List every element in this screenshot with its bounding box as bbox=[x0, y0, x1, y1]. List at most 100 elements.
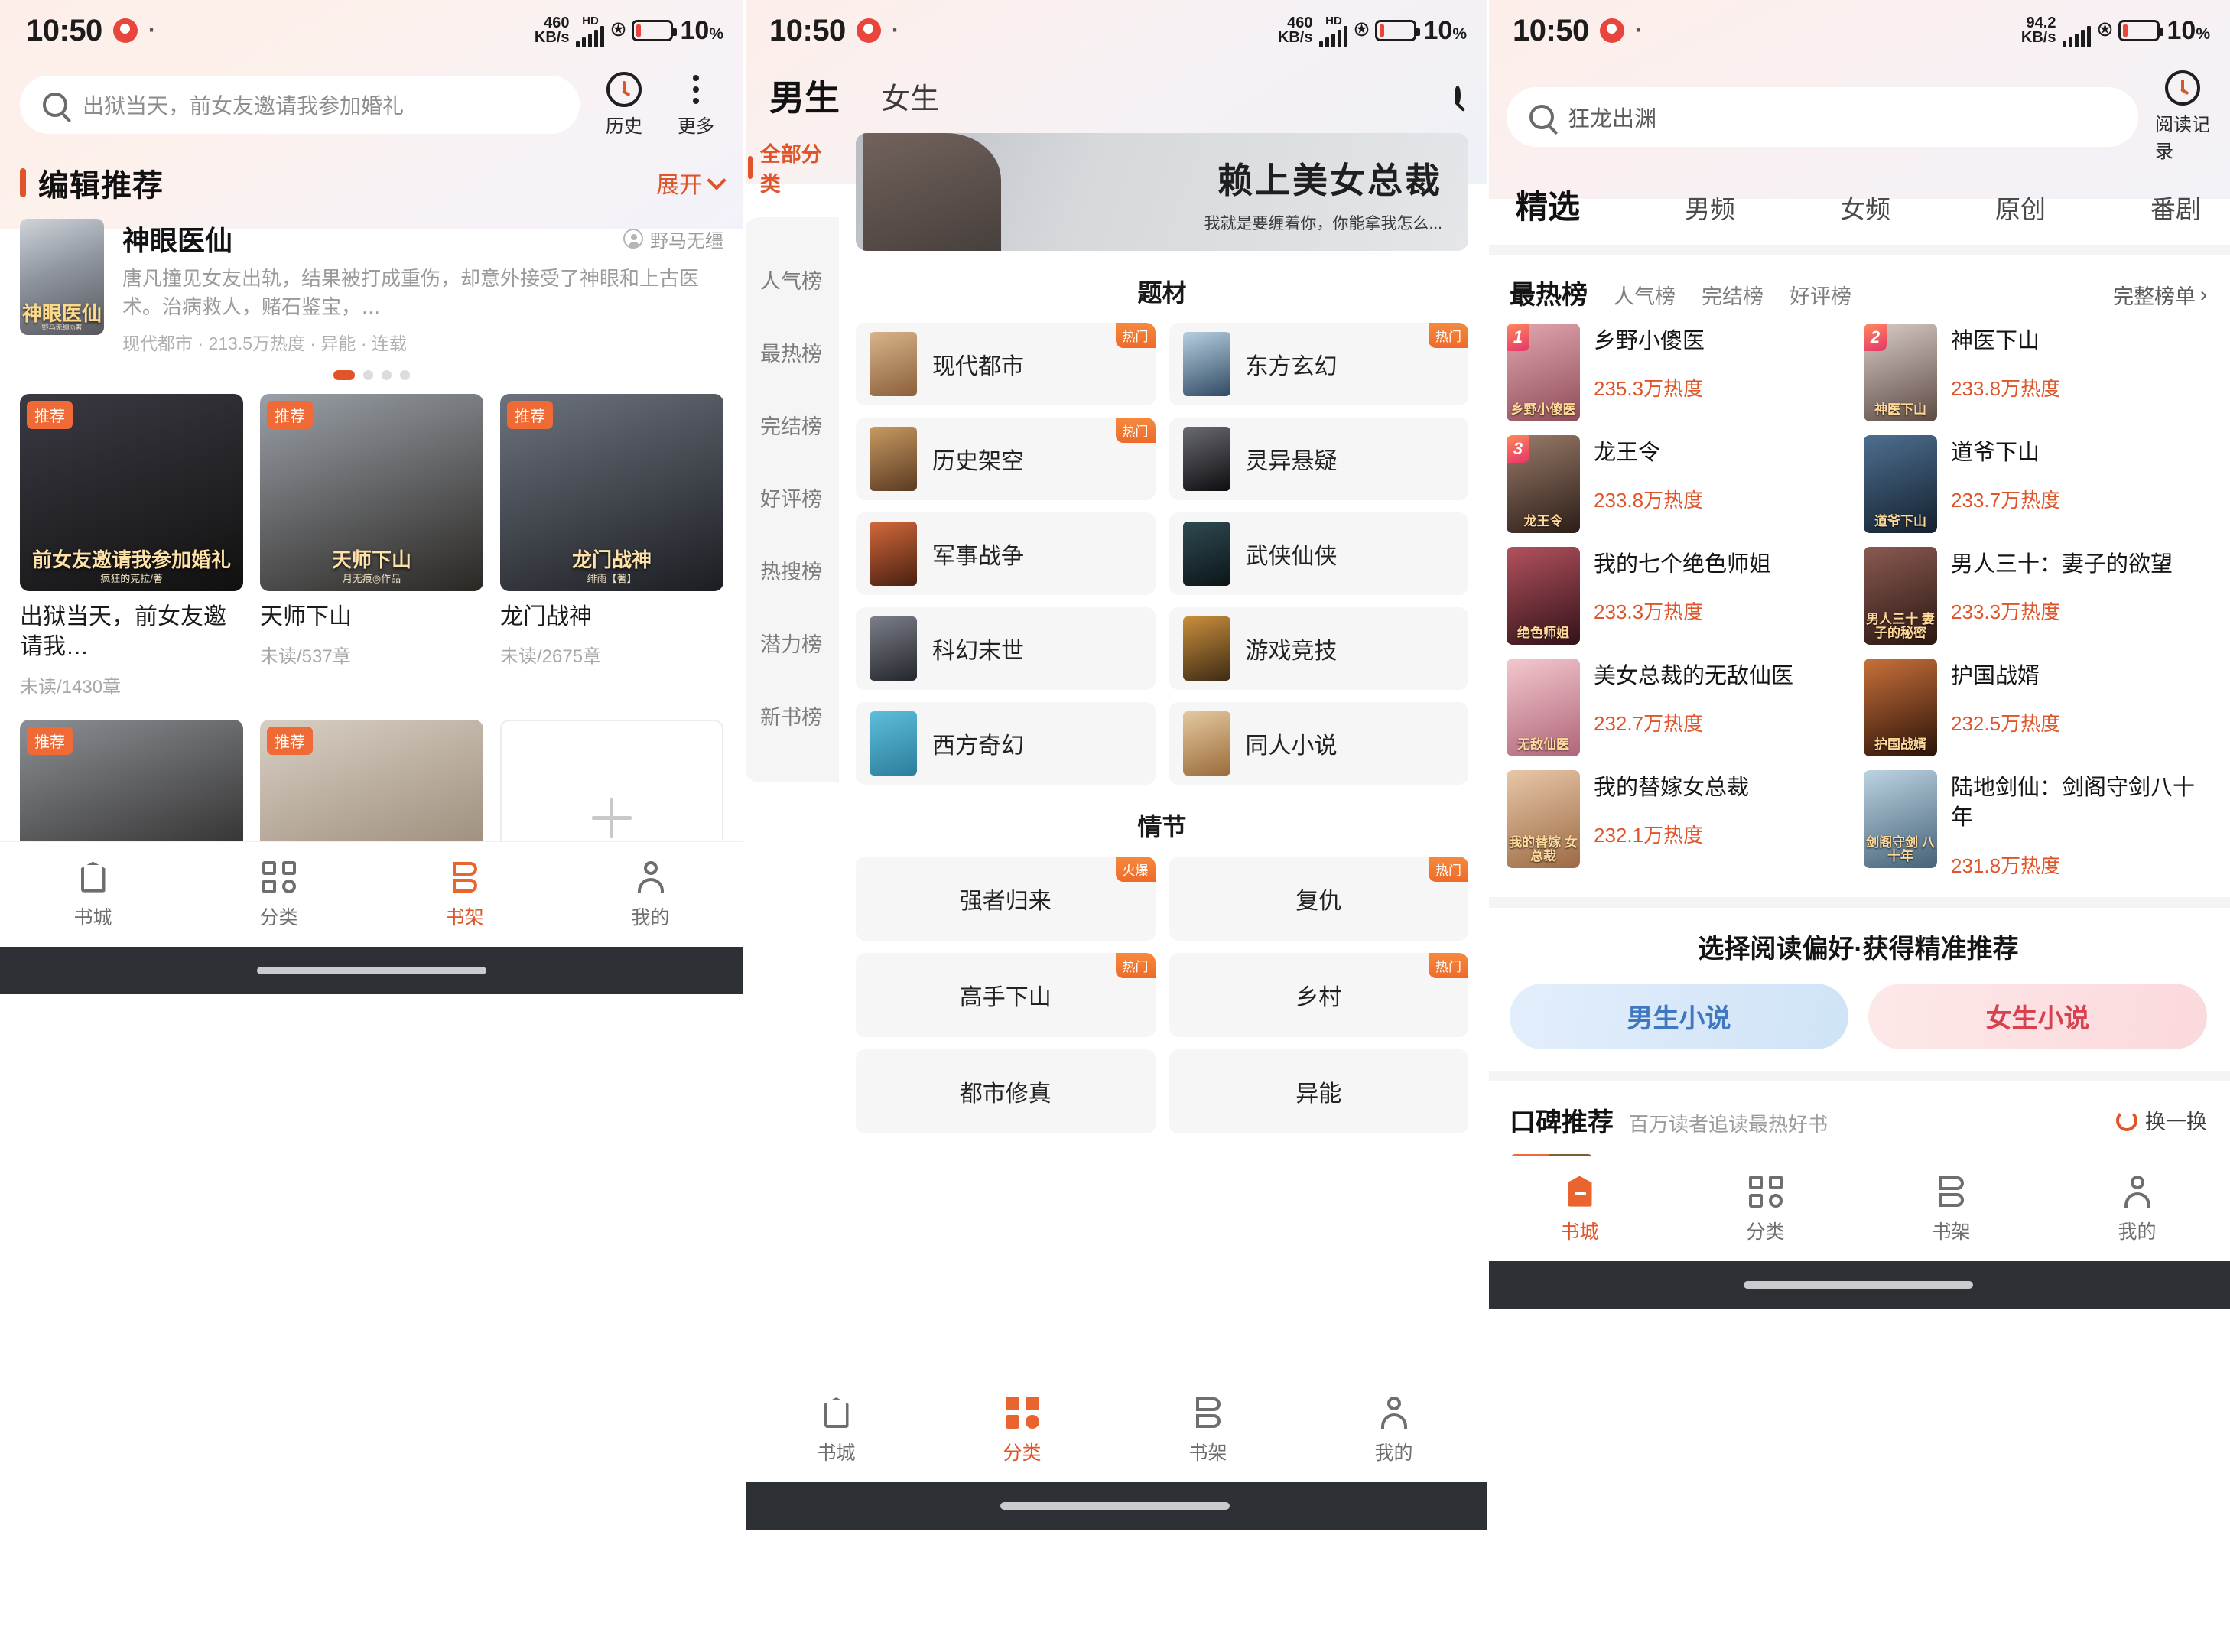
featured-book-author: 野马无缰 bbox=[623, 226, 723, 252]
genre-name: 现代都市 bbox=[932, 354, 1024, 379]
battery-icon bbox=[2118, 20, 2164, 41]
book-card[interactable]: 推荐 前女友邀请我参加婚礼 疯狂的克拉/著 出狱当天，前女友邀请我… 未读/1430章 bbox=[20, 393, 243, 698]
rank-tab-人气榜[interactable]: 人气榜 bbox=[1614, 280, 1676, 310]
rail-item-新书榜[interactable]: 新书榜 bbox=[743, 679, 839, 752]
rank-tab-最热榜[interactable]: 最热榜 bbox=[1510, 274, 1588, 311]
rank-heat: 233.3万热度 bbox=[1594, 600, 1704, 624]
page-title: 编辑推荐 bbox=[38, 169, 164, 203]
book-unread: 未读/537章 bbox=[260, 646, 351, 668]
carousel-pager[interactable] bbox=[0, 355, 743, 388]
search-row: 出狱当天，前女友邀请我参加婚礼 历史 更多 bbox=[0, 61, 743, 138]
book-cover: 推荐 龙门战神 绯雨【著】 bbox=[500, 393, 723, 591]
history-clock-icon bbox=[2165, 70, 2200, 106]
plot-card[interactable]: 异能 bbox=[1169, 1049, 1468, 1133]
rank-item[interactable]: 护国战婿 护国战婿 232.5万热度 bbox=[1864, 659, 2210, 756]
net-speed-unit: KB/s bbox=[1277, 29, 1313, 46]
nav-item-书架[interactable]: 书架 bbox=[1858, 1173, 2044, 1244]
tab-番剧[interactable]: 番剧 bbox=[2150, 189, 2201, 226]
battery-icon bbox=[632, 20, 678, 41]
cover-title: 龙门战神 bbox=[571, 548, 652, 572]
search-icon bbox=[1455, 86, 1461, 105]
genre-card[interactable]: 东方玄幻 热门 bbox=[1169, 323, 1468, 405]
rail-item-完结榜[interactable]: 完结榜 bbox=[743, 389, 839, 461]
genre-card[interactable]: 武侠仙侠 bbox=[1169, 512, 1468, 595]
genre-card[interactable]: 同人小说 bbox=[1169, 702, 1468, 785]
genre-name: 军事战争 bbox=[932, 544, 1024, 569]
rail-header[interactable]: 全部分类 bbox=[743, 130, 839, 197]
nav-item-书城[interactable]: 书城 bbox=[1487, 1173, 1672, 1244]
recommend-badge: 推荐 bbox=[267, 727, 313, 755]
rank-item[interactable]: 无敌仙医 美女总裁的无敌仙医 232.7万热度 bbox=[1507, 659, 1853, 756]
plot-card[interactable]: 乡村 热门 bbox=[1169, 953, 1468, 1037]
featured-book[interactable]: 神眼医仙 野马无缰◎著 神眼医仙 野马无缰 唐凡撞见女友出轨，结果被打成重伤，却… bbox=[0, 205, 743, 355]
rail-item-好评榜[interactable]: 好评榜 bbox=[743, 461, 839, 534]
rail-item-最热榜[interactable]: 最热榜 bbox=[743, 316, 839, 389]
rank-cover-title: 龙王令 bbox=[1523, 514, 1563, 529]
rank-item[interactable]: 道爷下山 道爷下山 233.7万热度 bbox=[1864, 435, 2210, 533]
pager-dot[interactable] bbox=[363, 369, 373, 380]
plot-name: 强者归来 bbox=[959, 889, 1052, 914]
genre-thumb bbox=[870, 711, 917, 776]
nav-item-我的[interactable]: 我的 bbox=[2044, 1173, 2230, 1244]
rank-cover: 我的替嫁 女总裁 bbox=[1507, 770, 1580, 868]
genre-card[interactable]: 西方奇幻 bbox=[856, 702, 1156, 785]
rank-item[interactable]: 男人三十 妻子的秘密 男人三十：妻子的欲望 233.3万热度 bbox=[1864, 547, 2210, 645]
plot-card[interactable]: 强者归来 火爆 bbox=[856, 857, 1156, 941]
ranking-grid: 1 乡野小傻医 乡野小傻医 235.3万热度 2 神医下山 神医下山 233.8万热度 3 龙王令… bbox=[1487, 324, 2230, 879]
tab-原创[interactable]: 原创 bbox=[1995, 189, 2046, 226]
search-input[interactable]: 出狱当天，前女友邀请我参加婚礼 bbox=[20, 76, 580, 134]
expand-button[interactable]: 展开 bbox=[656, 166, 727, 200]
rank-item[interactable]: 1 乡野小傻医 乡野小傻医 235.3万热度 bbox=[1507, 324, 1853, 421]
book-card[interactable]: 推荐 天师下山 月无痕◎作品 天师下山 未读/537章 bbox=[260, 393, 483, 698]
rank-item[interactable]: 2 神医下山 神医下山 233.8万热度 bbox=[1864, 324, 2210, 421]
rail-item-潜力榜[interactable]: 潜力榜 bbox=[743, 606, 839, 679]
nav-item-我的[interactable]: 我的 bbox=[558, 859, 743, 930]
rank-cover-title: 神医下山 bbox=[1874, 402, 1926, 418]
rail-item-人气榜[interactable]: 人气榜 bbox=[743, 243, 839, 316]
rank-tab-好评榜[interactable]: 好评榜 bbox=[1790, 280, 1851, 310]
full-ranking-link[interactable]: 完整榜单 › bbox=[2113, 280, 2207, 310]
nav-item-分类[interactable]: 分类 bbox=[186, 859, 372, 930]
history-button[interactable]: 历史 bbox=[597, 72, 652, 138]
nav-item-书城[interactable]: 书城 bbox=[0, 859, 186, 930]
genre-card[interactable]: 军事战争 bbox=[856, 512, 1156, 595]
pager-dot[interactable] bbox=[382, 369, 392, 380]
rank-item[interactable]: 剑阁守剑 八十年 陆地剑仙：剑阁守剑八十年 231.8万热度 bbox=[1864, 770, 2210, 879]
rail-item-热搜榜[interactable]: 热搜榜 bbox=[743, 534, 839, 606]
rank-item[interactable]: 3 龙王令 龙王令 233.8万热度 bbox=[1507, 435, 1853, 533]
tab-girls[interactable]: 女生 bbox=[881, 75, 939, 117]
nav-item-分类[interactable]: 分类 bbox=[1672, 1173, 1858, 1244]
genre-name: 游戏竞技 bbox=[1245, 639, 1338, 664]
nav-item-书架[interactable]: 书架 bbox=[372, 859, 558, 930]
plot-card[interactable]: 复仇 热门 bbox=[1169, 857, 1468, 941]
pager-dot[interactable] bbox=[400, 369, 410, 380]
chevron-down-icon bbox=[707, 171, 727, 190]
genre-card[interactable]: 现代都市 热门 bbox=[856, 323, 1156, 405]
search-input[interactable]: 狂龙出渊 bbox=[1507, 86, 2138, 147]
genre-card[interactable]: 游戏竞技 bbox=[1169, 607, 1468, 690]
panel-divider bbox=[1487, 0, 1489, 1652]
genre-card[interactable]: 灵异悬疑 bbox=[1169, 418, 1468, 500]
tab-男频[interactable]: 男频 bbox=[1685, 189, 1735, 226]
refresh-button[interactable]: 换一换 bbox=[2116, 1105, 2207, 1135]
rank-tab-完结榜[interactable]: 完结榜 bbox=[1702, 280, 1764, 310]
tab-女频[interactable]: 女频 bbox=[1840, 189, 1890, 226]
tab-精选[interactable]: 精选 bbox=[1516, 181, 1580, 228]
plus-icon bbox=[592, 798, 632, 838]
promo-banner[interactable]: 赖上美女总裁 我就是要缠着你，你能拿我怎么... bbox=[856, 133, 1468, 251]
more-button[interactable]: 更多 bbox=[668, 72, 723, 138]
search-button[interactable] bbox=[1455, 86, 1461, 105]
reading-history-button[interactable]: 阅读记录 bbox=[2155, 70, 2210, 163]
plot-card[interactable]: 都市修真 bbox=[856, 1049, 1156, 1133]
girl-novels-button[interactable]: 女生小说 bbox=[1868, 983, 2207, 1049]
boy-novels-button[interactable]: 男生小说 bbox=[1510, 983, 1848, 1049]
rank-item[interactable]: 绝色师姐 我的七个绝色师姐 233.3万热度 bbox=[1507, 547, 1853, 645]
tab-boys[interactable]: 男生 bbox=[769, 70, 840, 121]
genre-card[interactable]: 科幻末世 bbox=[856, 607, 1156, 690]
rank-item[interactable]: 我的替嫁 女总裁 我的替嫁女总裁 232.1万热度 bbox=[1507, 770, 1853, 879]
genre-card[interactable]: 历史架空 热门 bbox=[856, 418, 1156, 500]
book-card[interactable]: 推荐 龙门战神 绯雨【著】 龙门战神 未读/2675章 bbox=[500, 393, 723, 698]
pager-dot[interactable] bbox=[333, 369, 355, 380]
plot-card[interactable]: 高手下山 热门 bbox=[856, 953, 1156, 1037]
category-rail: 全部分类 人气榜 最热榜 完结榜 好评榜 热搜榜 潜力榜 新书榜 bbox=[743, 130, 839, 1530]
